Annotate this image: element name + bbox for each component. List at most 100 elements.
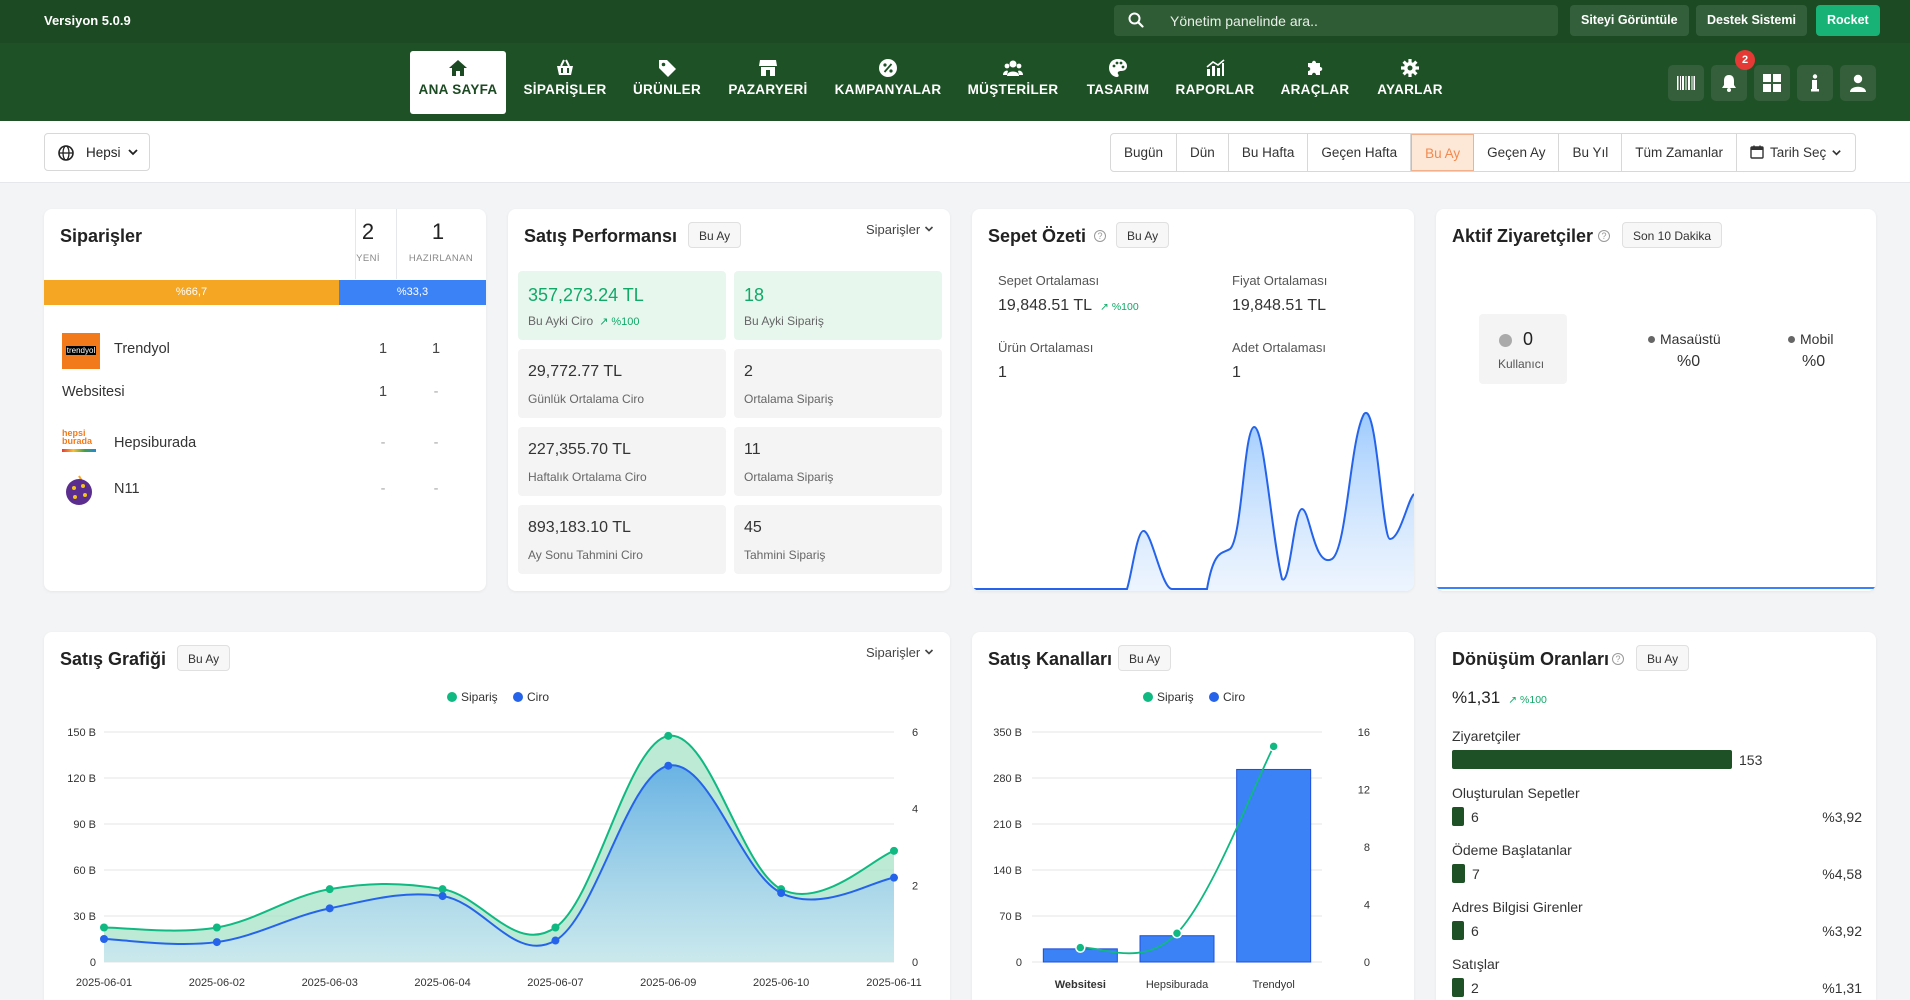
- funnel-value: 2: [1471, 980, 1479, 996]
- nav-label: ARAÇLAR: [1280, 82, 1350, 97]
- date-picker-label: Tarih Seç: [1770, 145, 1827, 160]
- range-this-week[interactable]: Bu Hafta: [1229, 134, 1309, 171]
- siparis-point: [325, 885, 334, 894]
- period-badge[interactable]: Bu Ay: [688, 222, 742, 248]
- metric-dropdown[interactable]: Siparişler: [866, 222, 934, 237]
- mobile-label: Mobil: [1788, 331, 1833, 347]
- nav-marketplace[interactable]: PAZARYERİ: [724, 51, 812, 114]
- nav-campaigns[interactable]: KAMPANYALAR: [832, 51, 944, 114]
- n11-logo: [66, 475, 92, 505]
- rocket-button[interactable]: Rocket: [1816, 5, 1880, 36]
- help-icon[interactable]: ?: [1598, 230, 1610, 242]
- apps-button[interactable]: [1754, 65, 1790, 101]
- siparis-point: [100, 923, 108, 932]
- range-this-month[interactable]: Bu Ay: [1411, 134, 1475, 171]
- sales-line-chart: Sipariş Ciro 0 30 B 60 B 90 B 120 B 150 B 0 2 4 6 20…: [67, 690, 921, 989]
- ciro-point: [664, 761, 673, 770]
- card-title: Satış Performansı: [524, 226, 678, 246]
- funnel-bar: [1452, 864, 1465, 883]
- y-tick-right: 16: [1358, 727, 1370, 739]
- nav-orders[interactable]: SİPARİŞLER: [520, 51, 610, 114]
- channel-row-trendyol[interactable]: trendyol Trendyol 1 1: [62, 327, 468, 369]
- kpi-tile-daily-avg-orders: 2 Ortalama Sipariş: [734, 349, 942, 418]
- nav-home[interactable]: ANA SAYFA: [410, 51, 506, 114]
- channel-row-n11[interactable]: N11 - -: [66, 467, 468, 505]
- notifications-button[interactable]: [1711, 65, 1747, 101]
- channel-value-new: -: [380, 481, 386, 497]
- siparis-point: [212, 923, 221, 932]
- x-tick: 2025-06-07: [527, 977, 583, 989]
- grid-icon: [1763, 74, 1781, 92]
- nav-reports[interactable]: RAPORLAR: [1172, 51, 1258, 114]
- range-today[interactable]: Bugün: [1111, 134, 1178, 171]
- scope-select[interactable]: Hepsi: [44, 133, 150, 171]
- legend-marker: [1209, 692, 1219, 702]
- tile-value: 227,355.70 TL: [528, 441, 631, 458]
- siparis-point: [438, 885, 447, 894]
- siparis-point: [1171, 928, 1183, 939]
- range-this-year[interactable]: Bu Yıl: [1559, 134, 1623, 171]
- view-site-button[interactable]: Siteyi Görüntüle: [1570, 5, 1689, 36]
- channel-row-website[interactable]: Websitesi 1 -: [62, 374, 468, 412]
- trend-up-icon: ↗: [1508, 694, 1518, 706]
- channel-value-prep: -: [433, 481, 439, 497]
- support-button[interactable]: Destek Sistemi: [1696, 5, 1807, 36]
- period-badge[interactable]: Son 10 Dakika: [1622, 222, 1723, 248]
- period-badge[interactable]: Bu Ay: [1636, 645, 1690, 671]
- nav-label: SİPARİŞLER: [523, 82, 607, 97]
- x-tick: Websitesi: [1055, 979, 1106, 991]
- nav-label: KAMPANYALAR: [834, 82, 942, 97]
- nav-tools[interactable]: ARAÇLAR: [1276, 51, 1354, 114]
- nav-settings[interactable]: AYARLAR: [1372, 51, 1448, 114]
- funnel-value: 6: [1471, 923, 1479, 939]
- user-icon: [1850, 74, 1866, 92]
- y-tick-right: 12: [1358, 785, 1370, 797]
- main-nav: ANA SAYFA SİPARİŞLER ÜRÜNLER PAZARYERİ K…: [0, 43, 1910, 121]
- hepsiburada-logo: hepsi burada: [62, 429, 96, 461]
- globe-icon: [58, 145, 74, 161]
- barcode-button[interactable]: [1668, 65, 1704, 101]
- top-bar: Versiyon 5.0.9 Siteyi Görüntüle Destek S…: [0, 0, 1910, 43]
- tile-value: 45: [744, 519, 762, 536]
- funnel-percent: %3,92: [1822, 809, 1862, 825]
- info-button[interactable]: [1797, 65, 1833, 101]
- sales-channels-chart: Sipariş Ciro 0 70 B 140 B 210 B 280 B 350 B 0 4 8 1…: [993, 690, 1370, 991]
- search-input[interactable]: [1170, 5, 1550, 36]
- funnel-percent: %1,31: [1822, 980, 1862, 996]
- kpi-tile-daily-avg-revenue: 29,772.77 TL Günlük Ortalama Ciro: [518, 349, 726, 418]
- version-label: Versiyon 5.0.9: [44, 13, 131, 28]
- funnel-bar: [1452, 921, 1464, 940]
- card-title: Dönüşüm Oranları: [1452, 649, 1610, 669]
- range-last-week[interactable]: Geçen Hafta: [1308, 134, 1412, 171]
- tile-label: Bu Ayki Ciro ↗ %100: [528, 314, 640, 328]
- channel-name: Hepsiburada: [114, 435, 197, 451]
- users-icon: [1003, 60, 1023, 76]
- search-box[interactable]: [1114, 5, 1558, 36]
- active-visitors-card: Aktif Ziyaretçiler ? Son 10 Dakika 0 Kul…: [1436, 209, 1876, 591]
- help-icon[interactable]: ?: [1612, 653, 1624, 665]
- date-picker-button[interactable]: Tarih Seç: [1737, 134, 1855, 171]
- nav-design[interactable]: TASARIM: [1082, 51, 1154, 114]
- search-icon: [1128, 12, 1144, 28]
- channel-row-hepsiburada[interactable]: hepsi burada Hepsiburada - -: [62, 421, 468, 459]
- kpi-tile-weekly-avg-revenue: 227,355.70 TL Haftalık Ortalama Ciro: [518, 427, 726, 496]
- range-last-month[interactable]: Geçen Ay: [1474, 134, 1560, 171]
- nav-customers[interactable]: MÜŞTERİLER: [962, 51, 1064, 114]
- y-tick-left: 30 B: [73, 911, 96, 923]
- tile-label: Bu Ayki Sipariş: [744, 314, 824, 328]
- basket-icon: [557, 59, 573, 75]
- nav-products[interactable]: ÜRÜNLER: [627, 51, 707, 114]
- range-all-time[interactable]: Tüm Zamanlar: [1622, 134, 1738, 171]
- desktop-value: %0: [1677, 353, 1701, 370]
- y-tick-right: 2: [912, 880, 918, 892]
- y-tick-right: 4: [1364, 900, 1370, 912]
- y-tick-right: 8: [1364, 842, 1370, 854]
- profile-button[interactable]: [1840, 65, 1876, 101]
- legend-marker: [447, 692, 457, 702]
- channel-value-prep: -: [433, 384, 439, 400]
- y-tick-right: 4: [912, 804, 918, 816]
- range-yesterday[interactable]: Dün: [1177, 134, 1229, 171]
- channel-value-prep: 1: [431, 341, 441, 357]
- y-tick-right: 0: [912, 957, 918, 969]
- ciro-point: [100, 935, 108, 943]
